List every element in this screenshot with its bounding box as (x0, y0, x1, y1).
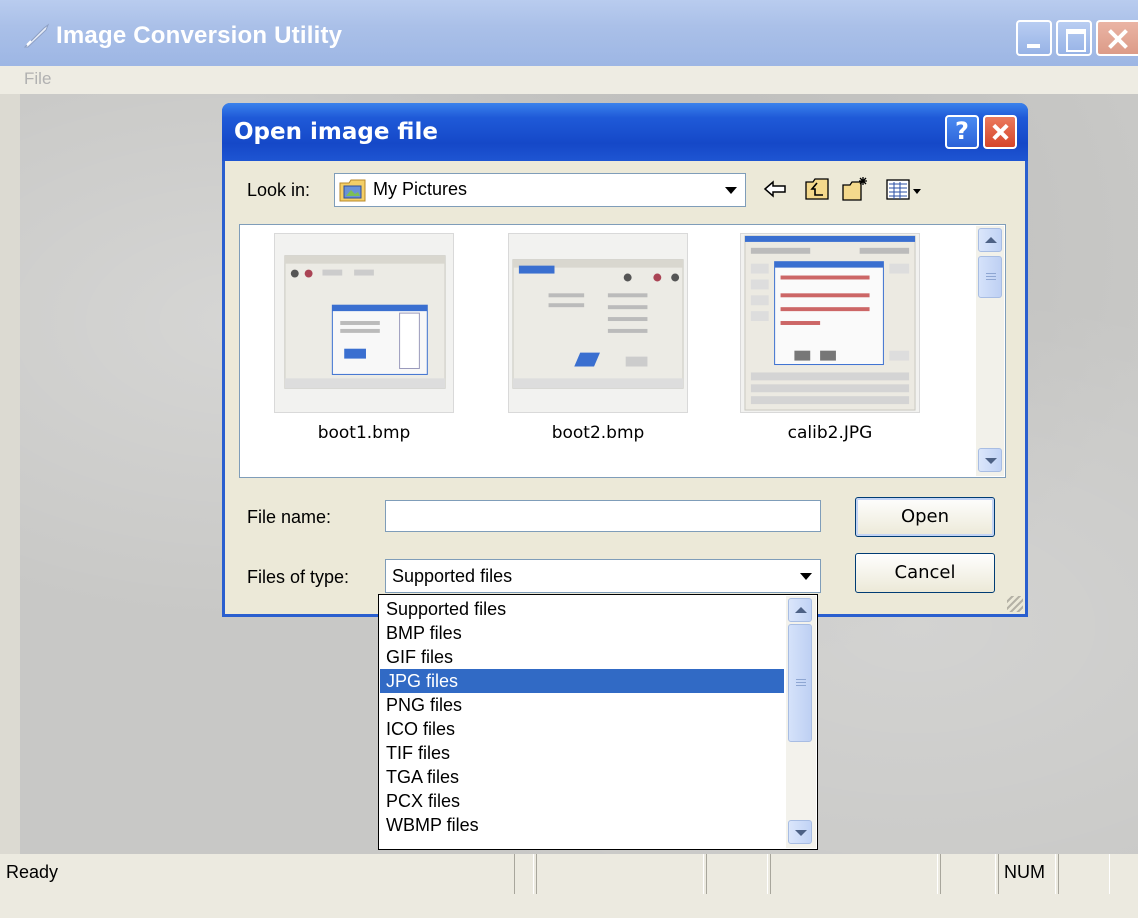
file-item-thumbnail[interactable] (740, 233, 920, 413)
file-item-thumbnail[interactable] (274, 233, 454, 413)
file-type-option[interactable]: GIF files (380, 645, 784, 669)
open-button[interactable]: Open (855, 497, 995, 537)
back-arrow-icon[interactable] (761, 175, 789, 203)
file-name-label[interactable]: boot2.bmp (508, 423, 688, 443)
file-name-label[interactable]: boot1.bmp (274, 423, 454, 443)
status-text: Ready (6, 862, 59, 882)
file-type-option-selected[interactable]: JPG files (380, 669, 784, 693)
window-frame (0, 94, 20, 854)
file-name-input[interactable] (385, 500, 821, 532)
file-type-option[interactable]: TGA files (380, 765, 784, 789)
file-type-option[interactable]: PCX files (380, 789, 784, 813)
main-title-bar[interactable]: Image Conversion Utility (0, 0, 1138, 66)
files-of-type-list[interactable]: Supported files BMP files GIF files JPG … (378, 594, 818, 850)
new-folder-icon[interactable] (841, 175, 869, 203)
file-type-option[interactable]: TIF files (380, 741, 784, 765)
scrollbar-thumb[interactable] (978, 256, 1002, 298)
help-button[interactable]: ? (945, 115, 979, 149)
file-name-label[interactable]: calib2.JPG (740, 423, 920, 443)
status-pane (1058, 854, 1110, 894)
chevron-down-icon[interactable] (794, 562, 818, 590)
image-thumbnail (512, 259, 684, 389)
resize-grip[interactable] (1007, 596, 1023, 612)
minimize-button[interactable] (1016, 20, 1052, 56)
status-pane (536, 854, 704, 894)
scroll-up-button[interactable] (978, 228, 1002, 252)
feather-pen-icon (23, 23, 50, 48)
file-type-option[interactable]: PNG files (380, 693, 784, 717)
file-type-option[interactable]: ICO files (380, 717, 784, 741)
dialog-close-button[interactable] (983, 115, 1017, 149)
file-list-scrollbar[interactable] (976, 226, 1004, 476)
file-type-option[interactable]: BMP files (380, 621, 784, 645)
menu-file[interactable]: File (24, 69, 51, 89)
scroll-down-button[interactable] (788, 820, 812, 844)
dialog-title-bar[interactable]: Open image file ? (222, 103, 1028, 161)
status-pane (706, 854, 768, 894)
status-num-indicator: NUM (1004, 862, 1045, 882)
files-of-type-label: Files of type: (247, 567, 350, 587)
file-name-label-text: File name: (247, 507, 332, 527)
file-type-option[interactable]: WBMP files (380, 813, 784, 837)
status-bar: Ready NUM (0, 854, 1138, 918)
status-pane (940, 854, 996, 894)
window-title: Image Conversion Utility (56, 22, 343, 49)
dialog-title: Open image file (234, 119, 438, 145)
file-type-option[interactable]: Supported files (380, 597, 784, 621)
file-list-view[interactable]: boot1.bmp boot2.bmp calib2.JPG (239, 224, 1006, 478)
up-one-level-icon[interactable] (803, 175, 831, 203)
scroll-down-button[interactable] (978, 448, 1002, 472)
look-in-value: My Pictures (373, 179, 468, 199)
files-of-type-value: Supported files (392, 566, 513, 586)
chevron-down-icon[interactable] (719, 176, 743, 204)
cancel-button[interactable]: Cancel (855, 553, 995, 593)
status-pane (514, 854, 534, 894)
look-in-label: Look in: (247, 180, 311, 200)
files-of-type-dropdown[interactable]: Supported files (385, 559, 821, 593)
menu-bar: File (0, 66, 1138, 94)
file-type-list-scrollbar[interactable] (786, 596, 816, 848)
scroll-up-button[interactable] (788, 598, 812, 622)
status-pane (770, 854, 938, 894)
scrollbar-thumb[interactable] (788, 624, 812, 742)
view-menu-icon[interactable] (885, 175, 925, 203)
look-in-dropdown[interactable]: My Pictures (334, 173, 746, 207)
maximize-button[interactable] (1056, 20, 1092, 56)
image-thumbnail (284, 255, 446, 389)
open-image-dialog: Open image file ? Look in: My Pictures b… (222, 103, 1028, 617)
my-pictures-folder-icon (339, 179, 366, 202)
file-item-thumbnail[interactable] (508, 233, 688, 413)
image-thumbnail (744, 235, 916, 411)
close-button[interactable] (1096, 20, 1138, 56)
